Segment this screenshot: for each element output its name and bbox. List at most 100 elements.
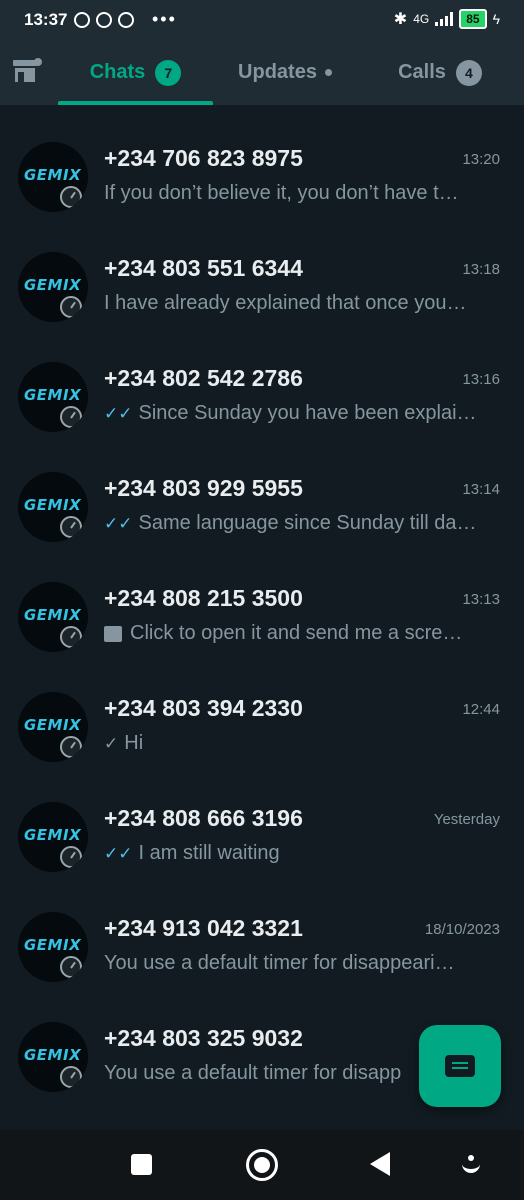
chat-preview-text: Same language since Sunday till da… <box>138 512 477 534</box>
charging-icon: ϟ <box>492 11 500 27</box>
avatar-logo-text: GEMIX <box>24 496 82 514</box>
avatar-logo-text: GEMIX <box>24 276 82 294</box>
updates-dot-indicator <box>324 69 332 76</box>
avatar-logo-text: GEMIX <box>24 606 82 624</box>
bluetooth-icon: ✱ <box>393 11 408 28</box>
disappearing-timer-icon <box>60 1066 82 1088</box>
chat-time: Yesterday <box>433 811 500 828</box>
tab-calls-label: Calls <box>398 61 446 83</box>
chat-preview-text: You use a default timer for disapp <box>104 1062 402 1084</box>
chat-row[interactable]: GEMIX +234 808 215 3500 13:13 Click to o… <box>0 545 524 655</box>
chat-preview-text: Click to open it and send me a scre… <box>130 622 463 644</box>
avatar[interactable]: GEMIX <box>18 1022 88 1092</box>
chat-time: 13:16 <box>462 371 500 388</box>
disappearing-timer-icon <box>60 516 82 538</box>
chat-preview: You use a default timer for disapp <box>104 1062 414 1085</box>
tab-chats[interactable]: Chats 7 <box>58 40 213 105</box>
tab-updates[interactable]: Updates <box>220 40 350 105</box>
battery-level: 85 <box>459 9 487 29</box>
chat-row[interactable]: GEMIX +234 808 666 3196 Yesterday ✓✓ I a… <box>0 765 524 875</box>
chat-preview: ✓ Hi <box>104 732 489 755</box>
chat-row[interactable]: GEMIX +234 802 542 2786 13:16 ✓✓ Since S… <box>0 325 524 435</box>
chat-row[interactable]: GEMIX +234 706 823 8975 13:20 If you don… <box>0 105 524 215</box>
image-icon <box>104 625 122 642</box>
more-notifications-icon: ••• <box>152 9 177 29</box>
double-check-read-icon: ✓✓ <box>104 843 133 863</box>
double-check-read-icon: ✓✓ <box>104 513 133 533</box>
single-check-sent-icon: ✓ <box>104 733 119 753</box>
store-icon[interactable] <box>12 58 42 84</box>
back-icon[interactable] <box>370 1152 390 1176</box>
disappearing-timer-icon <box>60 736 82 758</box>
new-chat-button[interactable] <box>419 1025 501 1107</box>
chat-preview: You use a default timer for disappeari… <box>104 952 489 975</box>
chat-time: 18/10/2023 <box>424 921 500 938</box>
chat-preview-text: I have already explained that once you… <box>104 292 467 314</box>
avatar[interactable]: GEMIX <box>18 472 88 542</box>
chat-name: +234 803 325 9032 <box>104 1025 303 1051</box>
chat-time: 13:13 <box>462 591 500 608</box>
chat-time: 13:20 <box>462 151 500 168</box>
chat-preview-text: Hi <box>124 732 144 754</box>
chat-name: +234 802 542 2786 <box>104 365 303 391</box>
disappearing-timer-icon <box>60 406 82 428</box>
avatar[interactable]: GEMIX <box>18 692 88 762</box>
chats-unread-badge: 7 <box>155 59 182 86</box>
tab-calls[interactable]: Calls 4 <box>375 40 505 105</box>
chat-preview: ✓✓ Since Sunday you have been explai… <box>104 402 489 425</box>
avatar-logo-text: GEMIX <box>24 1046 82 1064</box>
chat-preview: If you don’t believe it, you don’t have … <box>104 182 489 205</box>
double-check-read-icon: ✓✓ <box>104 403 133 423</box>
avatar-logo-text: GEMIX <box>24 386 82 404</box>
chat-name: +234 706 823 8975 <box>104 145 303 171</box>
system-icons: ✱ 4G 85 ϟ <box>394 9 500 29</box>
avatar-logo-text: GEMIX <box>24 166 82 184</box>
network-type: 4G <box>413 12 430 26</box>
home-icon[interactable] <box>246 1149 278 1181</box>
notification-icons: ••• <box>74 9 177 30</box>
chat-name: +234 803 394 2330 <box>104 695 303 721</box>
chat-preview-text: I am still waiting <box>138 842 280 864</box>
avatar[interactable]: GEMIX <box>18 912 88 982</box>
chat-time: 12:44 <box>462 701 500 718</box>
chat-time: 13:18 <box>462 261 500 278</box>
chat-preview: Click to open it and send me a scre… <box>104 622 489 645</box>
chat-preview: ✓✓ I am still waiting <box>104 842 489 865</box>
chat-row[interactable]: GEMIX +234 803 929 5955 13:14 ✓✓ Same la… <box>0 435 524 545</box>
new-chat-icon <box>445 1055 475 1077</box>
chat-name: +234 803 929 5955 <box>104 475 303 501</box>
whatsapp-notification-icon <box>118 11 134 28</box>
chat-name: +234 803 551 6344 <box>104 255 303 281</box>
avatar-logo-text: GEMIX <box>24 936 82 954</box>
app-notification-icon <box>96 11 112 28</box>
chat-row[interactable]: GEMIX +234 803 551 6344 13:18 I have alr… <box>0 215 524 325</box>
avatar[interactable]: GEMIX <box>18 802 88 872</box>
status-bar: 13:37 ••• ✱ 4G 85 ϟ <box>0 0 524 40</box>
system-nav-bar <box>0 1130 524 1200</box>
avatar-logo-text: GEMIX <box>24 716 82 734</box>
chat-preview: I have already explained that once you… <box>104 292 489 315</box>
chat-row[interactable]: GEMIX +234 913 042 3321 18/10/2023 You u… <box>0 875 524 985</box>
accessibility-icon[interactable] <box>462 1155 480 1173</box>
tab-chats-label: Chats <box>89 61 146 83</box>
whatsapp-notification-icon <box>74 11 90 28</box>
avatar[interactable]: GEMIX <box>18 362 88 432</box>
disappearing-timer-icon <box>60 956 82 978</box>
disappearing-timer-icon <box>60 846 82 868</box>
chat-name: +234 808 215 3500 <box>104 585 303 611</box>
chat-name: +234 913 042 3321 <box>104 915 303 941</box>
chat-preview-text: You use a default timer for disappeari… <box>104 952 455 974</box>
chat-preview-text: If you don’t believe it, you don’t have … <box>104 182 459 204</box>
calls-badge: 4 <box>455 59 482 86</box>
avatar[interactable]: GEMIX <box>18 252 88 322</box>
disappearing-timer-icon <box>60 626 82 648</box>
recents-icon[interactable] <box>131 1154 152 1175</box>
avatar-logo-text: GEMIX <box>24 826 82 844</box>
status-time: 13:37 <box>24 10 68 29</box>
tab-updates-label: Updates <box>238 61 317 83</box>
disappearing-timer-icon <box>60 186 82 208</box>
avatar[interactable]: GEMIX <box>18 582 88 652</box>
chat-row[interactable]: GEMIX +234 803 394 2330 12:44 ✓ Hi <box>0 655 524 765</box>
signal-icon <box>435 12 454 26</box>
avatar[interactable]: GEMIX <box>18 142 88 212</box>
